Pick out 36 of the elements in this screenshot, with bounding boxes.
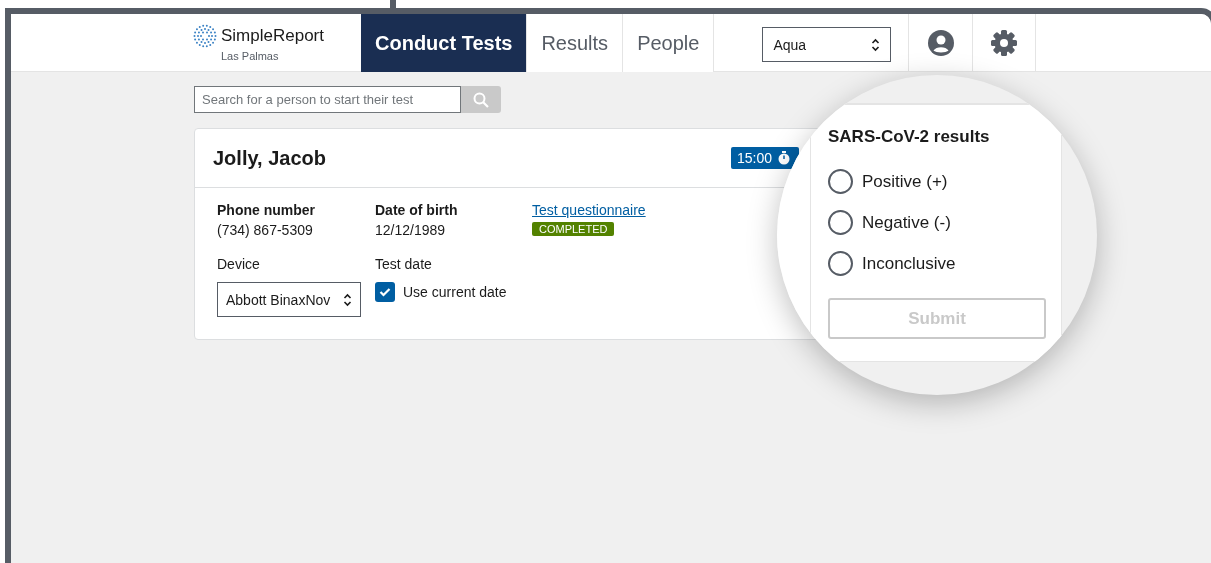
facility-name: Las Palmas [221, 50, 280, 62]
result-option[interactable]: Inconclusive [828, 243, 1044, 284]
field-label: Device [217, 256, 260, 272]
logo-icon [193, 24, 217, 48]
settings-button[interactable] [972, 14, 1037, 72]
checkbox[interactable] [375, 282, 395, 302]
radio-icon[interactable] [828, 169, 853, 194]
check-icon [379, 287, 391, 297]
radio-icon[interactable] [828, 210, 853, 235]
field-label: Phone number [217, 202, 315, 218]
timer-badge[interactable]: 15:00 [731, 147, 799, 169]
result-option[interactable]: Negative (-) [828, 202, 1044, 243]
device-select[interactable]: Abbott BinaxNov [217, 282, 361, 317]
questionnaire-link[interactable]: Test questionnaire [532, 202, 646, 218]
field-label: Date of birth [375, 202, 458, 218]
stopwatch-icon [778, 151, 791, 165]
radio-icon[interactable] [828, 251, 853, 276]
nav-tab[interactable]: People [623, 14, 715, 72]
user-icon [926, 29, 955, 57]
nav-tab[interactable]: Results [527, 14, 624, 72]
chevrons-icon [343, 292, 352, 307]
field-value: (734) 867-5309 [217, 222, 313, 238]
patient-name: Jolly, Jacob [213, 146, 326, 170]
nav-tab[interactable]: Conduct Tests [361, 14, 528, 72]
current-date-checkbox[interactable]: Use current date [375, 282, 507, 302]
app-logo[interactable]: SimpleReport [221, 26, 324, 46]
chevrons-icon [871, 37, 881, 52]
field-value: 12/12/1989 [375, 222, 446, 238]
status-tag: COMPLETED [532, 222, 615, 236]
field-label: Test date [375, 256, 432, 272]
search-icon [473, 91, 489, 108]
results-title: SARS-CoV-2 results [828, 127, 991, 147]
facility-select[interactable]: Aqua [762, 27, 892, 62]
search-field[interactable]: Search for a person to start their test [194, 86, 461, 113]
result-option[interactable]: Positive (+) [828, 161, 1044, 202]
settings-icon [990, 29, 1019, 57]
